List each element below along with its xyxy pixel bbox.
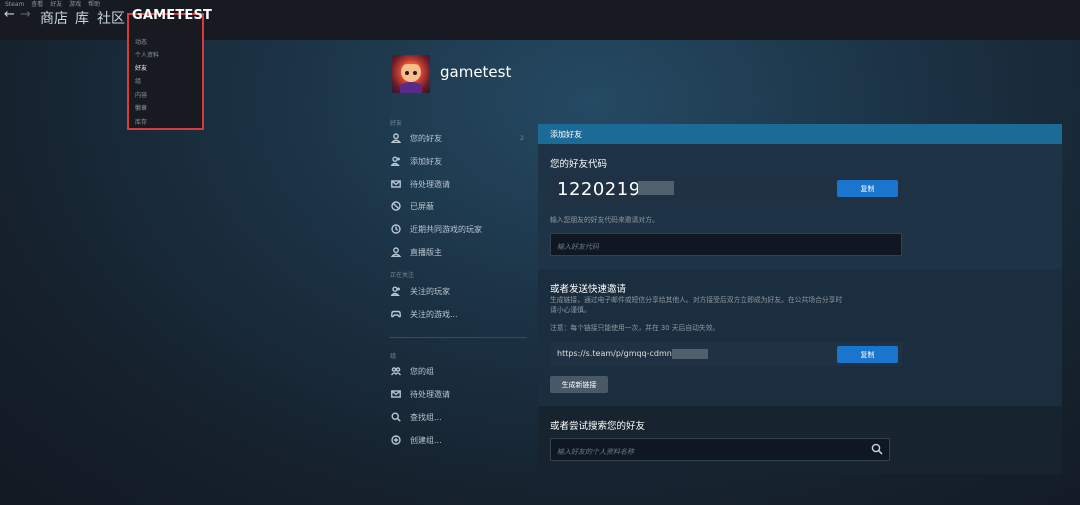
sidebar-header-groups: 组 — [390, 353, 397, 360]
quick-invite-desc-line1: 生成链接，通过电子邮件或短信分享给其他人。对方接受后双方立即成为好友。在公共场合… — [550, 296, 843, 304]
sidebar-item-create-group[interactable]: 创建组... — [390, 431, 530, 449]
quick-invite-heading: 或者发送快速邀请 — [550, 284, 627, 295]
dropdown-item-activity[interactable]: 动态 — [135, 37, 147, 46]
person-icon — [390, 132, 402, 144]
envelope-icon — [390, 178, 402, 190]
sidebar-item-label: 近期共同游戏的玩家 — [410, 224, 482, 234]
sidebar-item-add-friend[interactable]: 添加好友 — [390, 152, 530, 170]
quick-invite-note: 注意：每个链接只能使用一次，并在 30 天后自动失效。 — [550, 324, 720, 332]
sidebar-divider — [390, 337, 527, 338]
nav-username[interactable]: GAMETEST — [132, 8, 212, 23]
sidebar-item-your-groups[interactable]: 您的组 — [390, 362, 530, 380]
panel-header — [538, 124, 1062, 144]
sidebar-item-label: 已屏蔽 — [410, 201, 434, 211]
search-icon[interactable] — [871, 443, 883, 455]
dropdown-item-groups[interactable]: 组 — [135, 76, 141, 85]
sidebar-item-followed-players[interactable]: 关注的玩家 — [390, 282, 530, 300]
nav-library[interactable]: 库 — [75, 8, 89, 28]
avatar-character-icon — [399, 61, 423, 93]
forward-arrow-icon[interactable]: → — [20, 7, 31, 22]
redacted-code-block — [638, 181, 674, 195]
search-friends-field[interactable] — [550, 438, 890, 463]
dropdown-item-profile[interactable]: 个人资料 — [135, 50, 159, 59]
copy-code-button[interactable]: 复制 — [837, 180, 898, 197]
plus-circle-icon — [390, 434, 402, 446]
back-arrow-icon[interactable]: ← — [4, 7, 15, 22]
sidebar-item-label: 您的组 — [410, 366, 434, 376]
sidebar-item-label: 关注的游戏... — [410, 309, 458, 319]
group-icon — [390, 365, 402, 377]
generate-new-link-button[interactable]: 生成新链接 — [550, 376, 608, 393]
sidebar-item-label: 查找组... — [410, 412, 442, 422]
sidebar-item-pending-invites[interactable]: 待处理邀请 — [390, 175, 530, 193]
sidebar-item-group-invites[interactable]: 待处理邀请 — [390, 385, 530, 403]
nav-store[interactable]: 商店 — [40, 8, 68, 28]
friend-code-input[interactable] — [551, 236, 878, 258]
clock-icon — [390, 223, 402, 235]
add-person-icon — [390, 155, 402, 167]
invite-link-text: https://s.team/p/gmqq-cdmn/ — [557, 349, 675, 358]
friend-code-field[interactable] — [550, 233, 902, 258]
envelope-icon — [390, 388, 402, 400]
redacted-link-block — [672, 349, 708, 359]
gamepad-icon — [390, 308, 402, 320]
sidebar-item-find-groups[interactable]: 查找组... — [390, 408, 530, 426]
search-friends-heading: 或者尝试搜索您的好友 — [550, 421, 646, 432]
sidebar-item-blocked[interactable]: 已屏蔽 — [390, 197, 530, 215]
user-dropdown-menu: 动态 个人资料 好友 组 内容 徽章 库存 — [127, 13, 204, 130]
copy-link-button[interactable]: 复制 — [837, 346, 898, 363]
sidebar-item-label: 直播版主 — [410, 247, 442, 257]
quick-invite-desc-line2: 请小心谨慎。 — [550, 306, 591, 314]
dropdown-item-content[interactable]: 内容 — [135, 90, 147, 99]
sidebar-item-label: 待处理邀请 — [410, 179, 450, 189]
sidebar-item-your-friends[interactable]: 您的好友 2 — [390, 129, 530, 147]
avatar[interactable] — [392, 55, 430, 93]
friend-code-heading: 您的好友代码 — [550, 159, 608, 170]
sidebar-item-broadcast-moderators[interactable]: 直播版主 — [390, 243, 530, 261]
friends-count: 2 — [520, 134, 524, 142]
sidebar-item-label: 您的好友 — [410, 133, 442, 143]
dropdown-item-badges[interactable]: 徽章 — [135, 103, 147, 112]
sidebar-item-label: 添加好友 — [410, 156, 442, 166]
sidebar-header-friends: 好友 — [390, 120, 403, 127]
sidebar-item-followed-games[interactable]: 关注的游戏... — [390, 305, 530, 323]
nav-community[interactable]: 社区 — [97, 8, 125, 28]
sidebar-item-label: 待处理邀请 — [410, 389, 450, 399]
friend-code-hint: 输入您朋友的好友代码来邀请对方。 — [550, 216, 659, 224]
block-icon — [390, 200, 402, 212]
add-person-icon — [390, 285, 402, 297]
sidebar-item-recent-players[interactable]: 近期共同游戏的玩家 — [390, 220, 530, 238]
dropdown-item-inventory[interactable]: 库存 — [135, 117, 147, 126]
person-icon — [390, 246, 402, 258]
sidebar-header-following: 正在关注 — [390, 272, 415, 279]
sidebar-item-label: 创建组... — [410, 435, 442, 445]
search-friends-input[interactable] — [551, 441, 868, 463]
sidebar-item-label: 关注的玩家 — [410, 286, 450, 296]
friend-code-value: 1220219 — [557, 179, 641, 200]
dropdown-item-friends[interactable]: 好友 — [135, 63, 147, 72]
profile-name[interactable]: gametest — [440, 63, 511, 81]
search-icon — [390, 411, 402, 423]
panel-title: 添加好友 — [550, 130, 582, 139]
